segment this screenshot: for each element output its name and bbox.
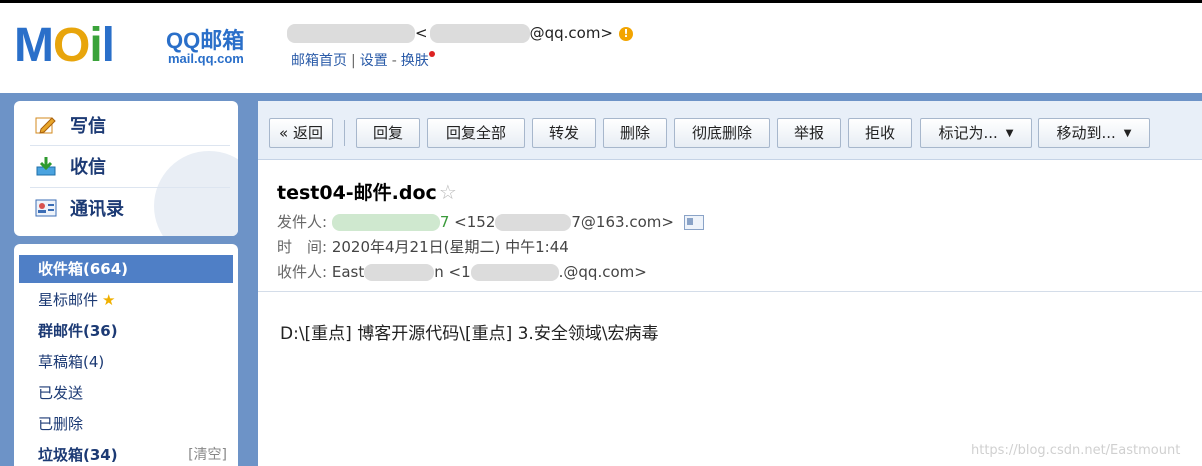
- mail-reader: « 返回 回复 回复全部 转发 删除 彻底删除 举报 拒收 标记为... ▼ 移动…: [258, 101, 1202, 466]
- account-bracket: <: [415, 24, 428, 42]
- link-separator: |: [351, 53, 356, 69]
- folder-label: 草稿箱(4): [38, 353, 105, 371]
- pencil-icon: [34, 114, 58, 136]
- home-link[interactable]: 邮箱首页: [291, 53, 347, 69]
- contact-card-icon[interactable]: [683, 215, 704, 230]
- redacted-sender-address: [495, 214, 572, 231]
- header-body-divider: [258, 291, 1202, 292]
- folder-label: 星标邮件: [38, 291, 99, 309]
- folder-label: 垃圾箱(34): [38, 446, 118, 464]
- time-label: 时 间:: [277, 238, 328, 256]
- notification-dot: [428, 51, 435, 57]
- redacted-recipient-address: [470, 264, 559, 281]
- move-to-dropdown[interactable]: 移动到... ▼: [1038, 118, 1150, 148]
- star-icon: ★: [102, 291, 116, 309]
- folder-label: 已删除: [38, 415, 84, 433]
- mail-to-row: 收件人: East n <1 .@qq.com>: [277, 261, 647, 282]
- subject-text: test04-邮件.doc: [277, 182, 437, 204]
- recipient-name-head: East: [331, 263, 365, 281]
- inbox-download-icon: [34, 155, 58, 177]
- link-separator: -: [391, 53, 397, 69]
- mail-window: MOil QQ邮箱 mail.qq.com < @qq.com>! 邮箱首页 | 设置…: [0, 3, 1202, 466]
- mail-time-row: 时 间: 2020年4月21日(星期二) 中午1:44: [277, 236, 569, 257]
- watermark: https://blog.csdn.net/Eastmount: [971, 443, 1181, 458]
- penguin-decoration-icon: [154, 151, 238, 236]
- reply-all-button[interactable]: 回复全部: [427, 118, 525, 148]
- account-info: < @qq.com>!: [287, 24, 633, 46]
- folder-deleted[interactable]: 已删除: [19, 410, 233, 438]
- logo-domain: mail.qq.com: [168, 51, 244, 66]
- folder-drafts[interactable]: 草稿箱(4): [19, 348, 233, 376]
- divider: [30, 187, 230, 188]
- folder-inbox[interactable]: 收件箱(664): [19, 255, 233, 283]
- report-spam-button[interactable]: 举报: [777, 118, 841, 148]
- back-button[interactable]: « 返回: [269, 118, 333, 148]
- receive-label: 收信: [70, 157, 106, 178]
- redacted-sender-name: [331, 214, 440, 231]
- chevron-down-icon: ▼: [1005, 127, 1014, 139]
- settings-link[interactable]: 设置: [360, 53, 388, 69]
- empty-spam-link[interactable]: [清空]: [188, 441, 227, 466]
- folder-sent[interactable]: 已发送: [19, 379, 233, 407]
- folder-starred[interactable]: 星标邮件 ★: [19, 286, 233, 314]
- folder-label: 收件箱(664): [38, 260, 129, 278]
- mail-body: D:\[重点] 博客开源代码\[重点] 3.安全领域\宏病毒: [280, 324, 659, 344]
- toolbar: « 返回 回复 回复全部 转发 删除 彻底删除 举报 拒收 标记为... ▼ 移动…: [258, 101, 1202, 160]
- toolbar-separator: [344, 120, 345, 146]
- mail-subject: test04-邮件.doc ☆: [277, 178, 457, 205]
- from-label: 发件人:: [277, 213, 328, 231]
- folder-spam[interactable]: 垃圾箱(34) [清空]: [19, 441, 233, 466]
- redacted-nickname: [287, 24, 415, 43]
- top-links: 邮箱首页 | 设置 - 换肤: [291, 50, 435, 70]
- divider: [30, 145, 230, 146]
- reply-button[interactable]: 回复: [356, 118, 420, 148]
- contacts-card-icon: [34, 197, 58, 219]
- warning-icon[interactable]: !: [619, 26, 633, 41]
- account-email-suffix: @qq.com>: [529, 24, 613, 42]
- compose-button[interactable]: 写信: [34, 110, 106, 140]
- logo-wordmark: MOil: [14, 19, 115, 72]
- move-to-label: 移动到...: [1056, 124, 1116, 142]
- qqmail-logo[interactable]: MOil QQ邮箱 mail.qq.com: [14, 21, 264, 71]
- recipient-name-tail: n: [434, 263, 444, 281]
- redacted-recipient-name: [364, 264, 435, 281]
- redacted-qq-number: [429, 24, 530, 43]
- receive-button[interactable]: 收信: [34, 151, 106, 181]
- mark-as-label: 标记为...: [938, 124, 998, 142]
- mark-as-dropdown[interactable]: 标记为... ▼: [920, 118, 1032, 148]
- sender-address-suffix: 7@163.com>: [571, 213, 674, 231]
- sender-address-prefix: <152: [454, 213, 496, 231]
- quick-actions-panel: 写信 收信 通讯录: [14, 101, 238, 236]
- folder-list: 收件箱(664) 星标邮件 ★ 群邮件(36) 草稿箱(4) 已发送 已删除 垃圾…: [14, 244, 238, 466]
- forward-button[interactable]: 转发: [532, 118, 596, 148]
- compose-label: 写信: [70, 116, 106, 137]
- time-value: 2020年4月21日(星期二) 中午1:44: [331, 238, 569, 256]
- delete-permanently-button[interactable]: 彻底删除: [674, 118, 770, 148]
- folder-group-mail[interactable]: 群邮件(36): [19, 317, 233, 345]
- recipient-address-suffix: .@qq.com>: [558, 263, 647, 281]
- recipient-address-prefix: <1: [448, 263, 471, 281]
- contacts-label: 通讯录: [70, 199, 124, 220]
- delete-button[interactable]: 删除: [603, 118, 667, 148]
- star-outline-icon[interactable]: ☆: [439, 180, 457, 204]
- chevron-down-icon: ▼: [1123, 127, 1132, 139]
- header: MOil QQ邮箱 mail.qq.com < @qq.com>! 邮箱首页 | 设置…: [0, 3, 1202, 91]
- folder-label: 已发送: [38, 384, 84, 402]
- folder-label: 群邮件(36): [38, 322, 118, 340]
- skin-link[interactable]: 换肤: [401, 53, 429, 69]
- reject-sender-button[interactable]: 拒收: [848, 118, 912, 148]
- to-label: 收件人:: [277, 263, 328, 281]
- contacts-button[interactable]: 通讯录: [34, 193, 124, 223]
- sender-name-tail: 7: [439, 213, 450, 231]
- mail-from-row: 发件人: 7 <152 7@163.com>: [277, 211, 704, 232]
